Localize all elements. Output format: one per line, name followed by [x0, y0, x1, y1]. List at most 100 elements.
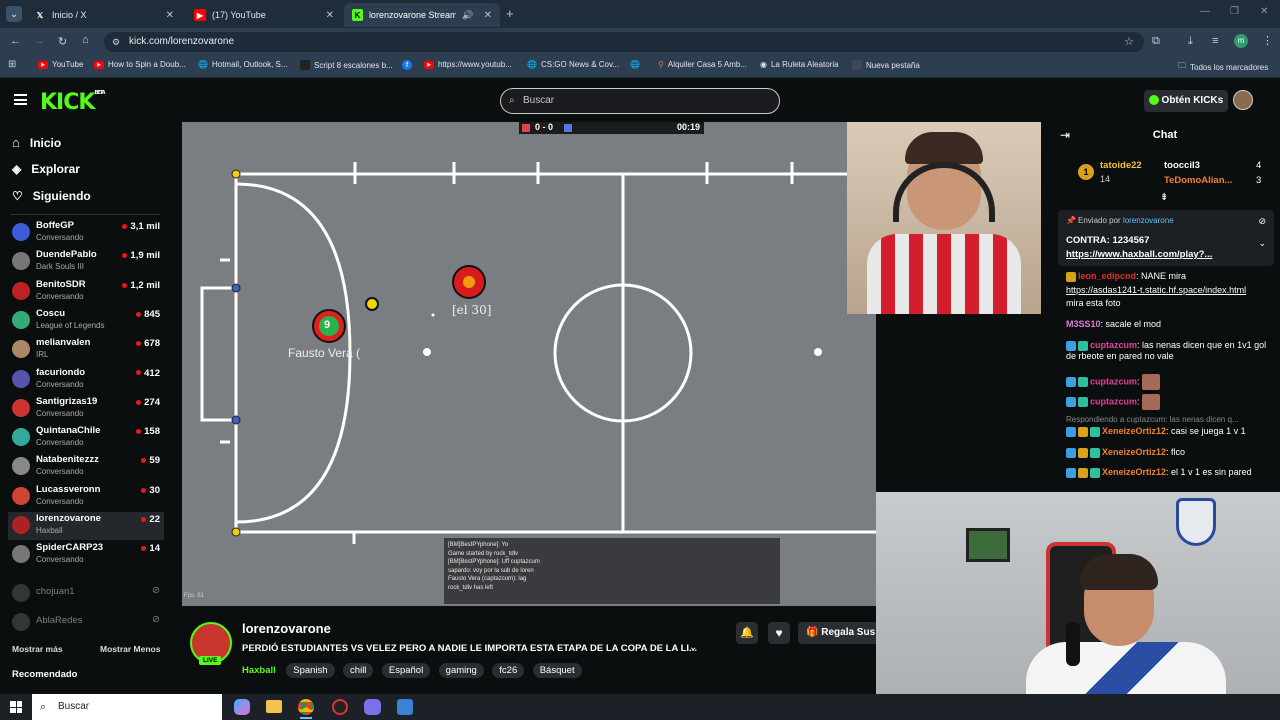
tab-youtube[interactable]: ▶ (17) YouTube ✕: [186, 3, 342, 27]
sidebar-offline-channel[interactable]: chojuan1 ⊘: [8, 580, 164, 608]
copilot-icon[interactable]: [234, 699, 250, 715]
sidebar-channel[interactable]: Lucassveronn Conversando 30: [8, 483, 164, 511]
sidebar-channel[interactable]: BenitoSDR Conversando 1,2 mil: [8, 278, 164, 306]
sidebar-channel[interactable]: Santigrizas19 Conversando 274: [8, 395, 164, 423]
bookmark-all[interactable]: 🗀 Todos los marcadores: [1178, 60, 1268, 74]
chevron-down-icon[interactable]: ⌄: [1258, 238, 1266, 249]
extensions-icon[interactable]: ⧉: [1152, 35, 1160, 48]
tag[interactable]: gaming: [438, 663, 484, 678]
sidebar-channel[interactable]: DuendePablo Dark Souls III 1,9 mil: [8, 248, 164, 276]
chat-username[interactable]: M3SS10: [1066, 319, 1101, 329]
pinned-message[interactable]: 📌 Enviado por lorenzovarone CONTRA: 1234…: [1058, 210, 1274, 266]
bookmark-ruleta[interactable]: ◉ La Ruleta Aleatoria: [760, 60, 839, 69]
notification-bell-button[interactable]: 🔔: [736, 622, 758, 644]
sidebar-channel[interactable]: lorenzovarone Haxball 22: [8, 512, 164, 540]
bookmark-globe[interactable]: 🌐: [630, 60, 640, 69]
sidebar-channel[interactable]: facuriondo Conversando 412: [8, 366, 164, 394]
tag[interactable]: Spanish: [286, 663, 335, 678]
unpin-icon[interactable]: ⊘: [1258, 216, 1266, 227]
viewer-count-value: 1,2 mil: [130, 279, 160, 291]
app-icon[interactable]: [397, 699, 413, 715]
taskbar-search[interactable]: ⌕ Buscar: [32, 694, 222, 720]
forward-icon[interactable]: →: [34, 35, 45, 47]
nav-home[interactable]: ⌂ Inicio: [12, 135, 61, 150]
tab-twitter[interactable]: 𝕏 Inicio / X ✕: [26, 3, 182, 27]
sidebar-channel[interactable]: Coscu League of Legends 845: [8, 307, 164, 335]
app-icon[interactable]: [332, 699, 348, 715]
get-kicks-button[interactable]: Obtén KICKs: [1144, 90, 1228, 112]
nav-following[interactable]: ♡ Siguiendo: [12, 189, 91, 203]
reload-icon[interactable]: ↻: [58, 35, 67, 48]
menu-kebab-icon[interactable]: ⋮: [1262, 34, 1273, 47]
kick-logo[interactable]: KICKBETA: [40, 90, 106, 115]
avatar: [12, 340, 30, 359]
back-icon[interactable]: ←: [10, 35, 21, 47]
tab-list-button[interactable]: ⌄: [6, 6, 22, 22]
speaker-icon[interactable]: 🔊: [462, 10, 473, 21]
bookmark-star-icon[interactable]: ☆: [1124, 32, 1134, 52]
sidebar-channel[interactable]: SpiderCARP23 Conversando 14: [8, 541, 164, 569]
close-icon[interactable]: ✕: [166, 10, 174, 21]
sidebar-channel[interactable]: melianvalen IRL 678: [8, 336, 164, 364]
expand-leaderboard-icon[interactable]: ⇟: [1160, 192, 1168, 203]
chat-username[interactable]: cuptazcum: [1090, 376, 1137, 386]
tag[interactable]: chill: [343, 663, 374, 678]
sidebar-offline-channel[interactable]: AblaRedes ⊘: [8, 609, 164, 637]
video-player[interactable]: 9 Fausto Vera ( [el 30] Fps: 61: [182, 122, 876, 606]
nav-explore[interactable]: ◈ Explorar: [12, 162, 80, 176]
tab-kick[interactable]: K lorenzovarone Stream - Wa 🔊 ✕: [344, 3, 500, 27]
apps-grid-icon[interactable]: ⊞: [8, 59, 16, 70]
bookmark-csgo[interactable]: 🌐 CS:GO News & Cov...: [527, 60, 619, 69]
bookmark-spin[interactable]: ▶ How to Spin a Doub...: [94, 60, 186, 69]
user-avatar[interactable]: [1233, 90, 1253, 110]
tag[interactable]: Básquet: [532, 663, 582, 678]
chat-username[interactable]: XeneizeOrtiz12: [1102, 426, 1166, 436]
chat-message[interactable]: https://asdas1241-t.static.hf.space/inde…: [1066, 285, 1276, 296]
chat-username[interactable]: XeneizeOrtiz12: [1102, 467, 1166, 477]
close-icon[interactable]: ✕: [484, 10, 492, 21]
chat-username[interactable]: cuptazcum: [1090, 340, 1137, 350]
close-icon[interactable]: ✕: [326, 10, 334, 21]
follow-heart-button[interactable]: ♥: [768, 622, 790, 644]
show-more-button[interactable]: Mostrar más: [12, 644, 63, 654]
chat-text: : flco: [1166, 447, 1186, 457]
reply-context[interactable]: Respondiendo a cuptazcum: las nenas dice…: [1066, 414, 1276, 425]
windows-start-icon[interactable]: [10, 701, 22, 713]
maximize-icon[interactable]: ❐: [1230, 6, 1239, 17]
chat-username[interactable]: cuptazcum: [1090, 396, 1137, 406]
home-icon[interactable]: ⌂: [82, 34, 89, 46]
category-link[interactable]: Haxball: [242, 665, 276, 676]
sidebar-channel[interactable]: QuintanaChile Conversando 158: [8, 424, 164, 452]
gift-sub-button[interactable]: 🎁 Regala Sus: [798, 622, 876, 644]
tag[interactable]: Español: [381, 663, 431, 678]
show-less-button[interactable]: Mostrar Menos: [100, 644, 160, 654]
close-window-icon[interactable]: ✕: [1260, 6, 1268, 17]
file-explorer-icon[interactable]: [266, 700, 282, 713]
profile-avatar[interactable]: m: [1234, 34, 1248, 48]
bookmark-script[interactable]: Script 8 escalones b...: [300, 60, 393, 70]
bookmark-hotmail[interactable]: 🌐 Hotmail, Outlook, S...: [198, 60, 288, 69]
download-icon[interactable]: ⤓: [1188, 35, 1193, 48]
bookmark-facebook[interactable]: f: [402, 60, 412, 70]
bookmark-nueva[interactable]: Nueva pestaña: [852, 60, 920, 70]
chevron-down-icon[interactable]: ⌄: [689, 642, 697, 653]
tag[interactable]: fc26: [492, 663, 525, 678]
site-info-icon[interactable]: ⚙: [112, 32, 120, 52]
chrome-icon[interactable]: [298, 699, 314, 715]
channel-name[interactable]: lorenzovarone: [242, 621, 331, 636]
new-tab-button[interactable]: +: [506, 6, 514, 21]
bookmark-alquiler[interactable]: ⚲ Alquiler Casa 5 Amb...: [658, 60, 747, 69]
url-field[interactable]: ⚙ kick.com/lorenzovarone ☆: [104, 32, 1144, 52]
pinned-link[interactable]: https://www.haxball.com/play?...: [1066, 249, 1212, 260]
search-input[interactable]: ⌕ Buscar: [500, 88, 780, 114]
bookmark-youtube[interactable]: ▶ YouTube: [38, 60, 83, 69]
hamburger-menu-icon[interactable]: [14, 94, 27, 105]
minimize-icon[interactable]: —: [1200, 6, 1210, 17]
discord-icon[interactable]: [364, 699, 381, 715]
media-icon[interactable]: ≡: [1212, 35, 1218, 47]
sidebar-channel[interactable]: Natabenitezzz Conversando 59: [8, 453, 164, 481]
bookmark-youtube2[interactable]: ▶ https://www.youtub...: [424, 60, 512, 69]
chat-username[interactable]: XeneizeOrtiz12: [1102, 447, 1166, 457]
sidebar-channel[interactable]: BoffeGP Conversando 3,1 mil: [8, 219, 164, 247]
chat-username[interactable]: leon_edipcnd: [1078, 271, 1136, 281]
